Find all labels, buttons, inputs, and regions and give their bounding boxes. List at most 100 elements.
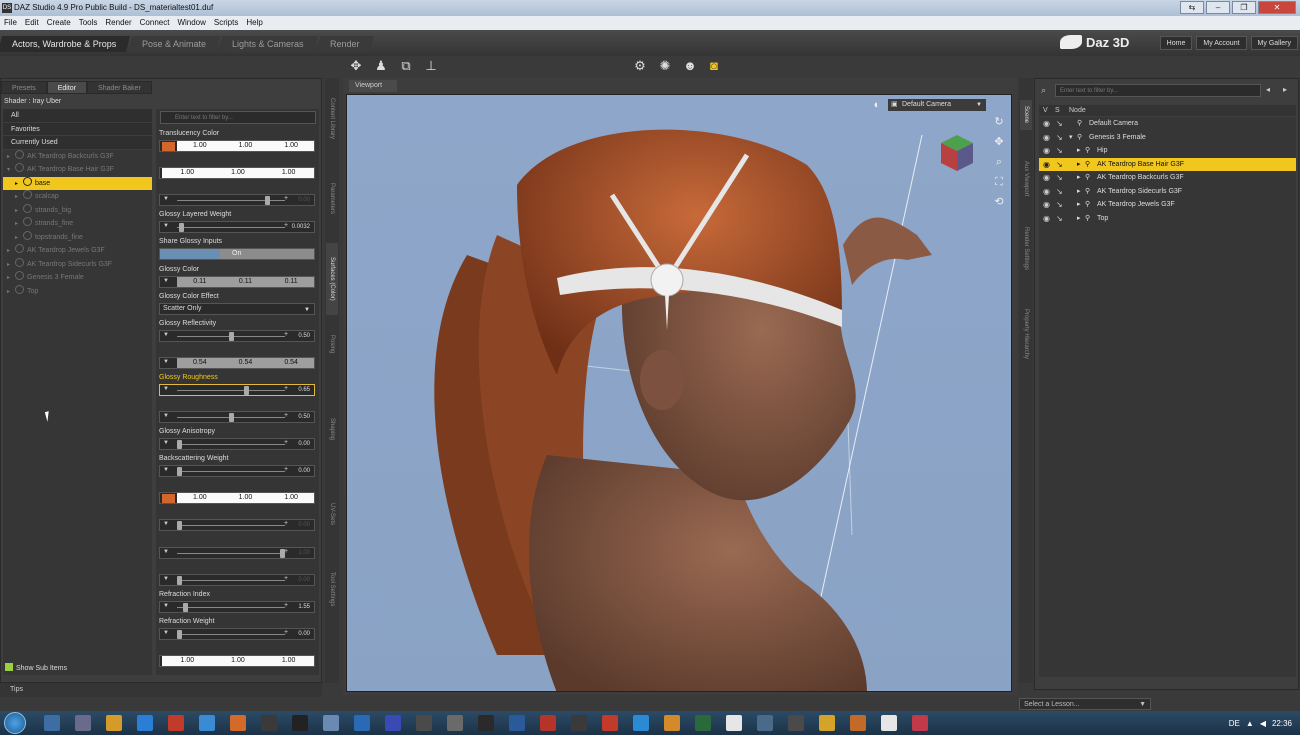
vertical-tab[interactable]: Surfaces (Color) — [326, 243, 338, 315]
on-off-toggle[interactable]: On — [159, 248, 315, 261]
visibility-eye-icon[interactable]: ◉ — [1043, 187, 1053, 196]
increment-icon[interactable]: + — [284, 575, 288, 582]
property-slider[interactable]: ▼ +0.00 — [159, 627, 315, 640]
slider-menu-icon[interactable]: ▼ — [163, 440, 169, 446]
increment-icon[interactable]: + — [284, 412, 288, 419]
select-arrow-icon[interactable]: ↘ — [1056, 214, 1066, 223]
color-channel-value[interactable]: 1.00 — [284, 493, 298, 503]
menu-window[interactable]: Window — [177, 16, 205, 30]
slider-value[interactable]: 0.0032 — [292, 222, 310, 233]
slider-handle[interactable] — [179, 223, 185, 233]
slider-value[interactable]: 0.65 — [298, 385, 310, 396]
taskbar-app-icon[interactable] — [881, 715, 897, 731]
render-settings-icon[interactable]: ⚙ — [632, 58, 648, 74]
select-arrow-icon[interactable]: ↘ — [1056, 187, 1066, 196]
visibility-eye-icon[interactable]: ◉ — [1043, 133, 1053, 142]
surface-tree-item[interactable]: ▸ strands_big — [3, 201, 152, 218]
scene-filter-input[interactable]: Enter text to filter by... — [1055, 84, 1261, 97]
vertical-tab[interactable]: Shaping — [326, 398, 338, 460]
slider-handle[interactable] — [228, 413, 234, 422]
menu-edit[interactable]: Edit — [25, 16, 39, 30]
taskbar-app-icon[interactable] — [571, 715, 587, 731]
property-slider[interactable]: ▼ +1.00 — [159, 546, 315, 559]
taskbar-app-icon[interactable] — [106, 715, 122, 731]
taskbar-app-icon[interactable] — [75, 715, 91, 731]
slider-track[interactable] — [177, 579, 285, 581]
slider-track[interactable] — [177, 471, 285, 473]
lesson-selector[interactable]: Select a Lesson... ▼ — [1019, 698, 1151, 710]
maximize-button[interactable]: ❐ — [1232, 1, 1256, 14]
property-slider[interactable]: ▼ +0.00 — [159, 194, 315, 207]
slider-handle[interactable] — [177, 440, 182, 450]
vertical-tab[interactable]: Scene — [1020, 100, 1032, 130]
taskbar-app-icon[interactable] — [230, 715, 246, 731]
surface-tree-item[interactable]: ▸ AK Teardrop Jewels G3F — [3, 242, 152, 258]
menu-render[interactable]: Render — [105, 16, 131, 30]
color-channel-value[interactable]: 1.00 — [193, 493, 207, 503]
scene-node[interactable]: ◉ ↘ ▸ ⚲ AK Teardrop Base Hair G3F — [1039, 157, 1296, 172]
minimize-button[interactable]: – — [1206, 1, 1230, 14]
taskbar-app-icon[interactable] — [44, 715, 60, 731]
taskbar-app-icon[interactable] — [478, 715, 494, 731]
color-channel-value[interactable]: 1.00 — [239, 141, 253, 151]
vertical-tab[interactable]: Content Library — [326, 88, 338, 150]
color-values[interactable]: 1.00 1.00 1.00 — [162, 655, 314, 666]
color-values[interactable]: 1.00 1.00 1.00 — [177, 493, 314, 504]
color-values[interactable]: 0.54 0.54 0.54 — [177, 357, 314, 368]
property-slider[interactable]: ▼ +0.00 — [159, 438, 315, 451]
color-channel-value[interactable]: 1.00 — [282, 656, 296, 666]
increment-icon[interactable]: + — [284, 439, 288, 446]
taskbar-app-icon[interactable] — [664, 715, 680, 731]
vertical-tab[interactable]: Tool Settings — [326, 558, 338, 620]
slider-handle[interactable] — [177, 575, 182, 585]
slider-track[interactable] — [177, 633, 285, 635]
color-channel-value[interactable]: 0.11 — [193, 277, 206, 287]
surface-tree-item[interactable]: ▸ Top — [3, 282, 152, 299]
increment-icon[interactable]: + — [284, 629, 288, 636]
chevron-right-icon[interactable]: ▸ — [1077, 158, 1081, 172]
slider-value[interactable]: 1.00 — [298, 548, 310, 559]
frame-icon[interactable]: ⛶ — [992, 175, 1006, 189]
color-swatch[interactable] — [162, 142, 175, 151]
volume-icon[interactable]: ◀ — [1260, 719, 1266, 728]
toggle-on-side[interactable]: On — [220, 249, 314, 260]
chevron-down-icon[interactable]: ▾ — [1069, 131, 1073, 145]
slider-handle[interactable] — [177, 629, 182, 639]
taskbar-app-icon[interactable] — [695, 715, 711, 731]
window-extra-button[interactable]: ⇆ — [1180, 1, 1204, 14]
color-channel-value[interactable]: 0.54 — [284, 358, 298, 368]
color-menu-icon[interactable]: ▼ — [163, 359, 169, 365]
color-values[interactable]: 1.00 1.00 1.00 — [162, 168, 314, 179]
universal-tool-icon[interactable]: ✥ — [348, 58, 364, 74]
vertical-tab[interactable]: UV-Sets — [326, 483, 338, 545]
select-arrow-icon[interactable]: ↘ — [1056, 173, 1066, 182]
figure-icon[interactable]: ☻ — [682, 58, 698, 74]
color-channel-value[interactable]: 0.11 — [285, 277, 298, 287]
surface-tree-item[interactable]: Favorites — [3, 122, 152, 136]
menu-tools[interactable]: Tools — [79, 16, 98, 30]
tips-bar[interactable]: Tips — [0, 683, 322, 697]
arrow-right-icon[interactable]: ▸ — [1283, 85, 1287, 94]
surface-tree-item[interactable]: Currently Used — [3, 136, 152, 150]
color-picker[interactable]: 1.00 1.00 1.00 — [159, 492, 315, 505]
color-channel-value[interactable]: 0.54 — [193, 358, 207, 368]
surface-tree-item[interactable]: ▸ AK Teardrop Sidecurls G3F — [3, 255, 152, 272]
color-picker[interactable]: 1.00 1.00 1.00 — [159, 654, 315, 667]
taskbar-app-icon[interactable] — [757, 715, 773, 731]
render-camera-icon[interactable]: ◙ — [706, 58, 722, 74]
property-slider[interactable]: ▼ +0.00 — [159, 465, 315, 478]
surface-tree-item[interactable]: ▸ strands_fine — [3, 215, 152, 231]
color-channel-value[interactable]: 1.00 — [282, 168, 296, 178]
viewport-tab[interactable]: Viewport — [349, 80, 397, 92]
property-slider[interactable]: ▼ +0.00 — [159, 519, 315, 532]
visibility-eye-icon[interactable]: ◉ — [1043, 200, 1053, 209]
taskbar-app-icon[interactable] — [323, 715, 339, 731]
vertical-tab[interactable]: Render Settings — [1020, 218, 1032, 280]
slider-track[interactable] — [177, 227, 285, 229]
reset-view-icon[interactable]: ⟲ — [992, 195, 1006, 209]
surface-tree-item[interactable]: All — [3, 109, 152, 123]
taskbar-app-icon[interactable] — [292, 715, 308, 731]
slider-menu-icon[interactable]: ▼ — [163, 413, 169, 419]
color-channel-value[interactable]: 1.00 — [284, 141, 298, 151]
menu-connect[interactable]: Connect — [140, 16, 170, 30]
